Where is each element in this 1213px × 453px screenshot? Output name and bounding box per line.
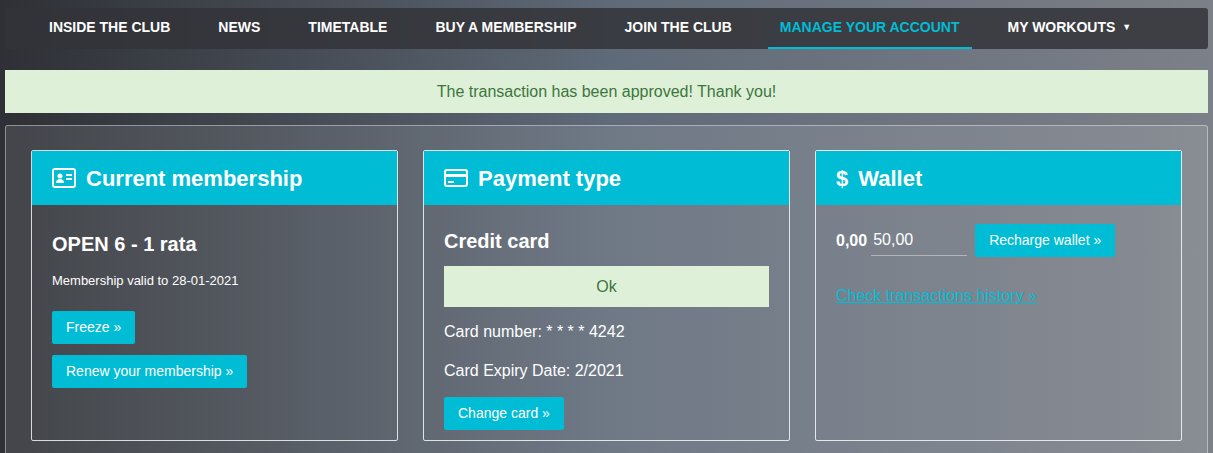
action-button[interactable]: Recharge wallet » — [975, 224, 1115, 257]
nav-item[interactable]: INSIDE THE CLUB — [37, 8, 182, 49]
payment-type: Credit card — [444, 226, 550, 256]
credit-card-icon — [444, 168, 468, 188]
nav-item[interactable]: BUY A MEMBERSHIP — [423, 8, 588, 49]
card-expiry: Card Expiry Date: 2/2021 — [444, 359, 624, 383]
nav-label[interactable]: NEWS — [218, 17, 260, 38]
nav-label[interactable]: TIMETABLE — [308, 17, 387, 38]
payment-card: Payment type Credit card Ok Card number: * … — [423, 150, 790, 441]
card-number: Card number: * * * * 4242 — [444, 320, 625, 344]
nav-item[interactable]: JOIN THE CLUB — [612, 8, 743, 49]
wallet-balance: 0,00 — [836, 229, 867, 253]
account-panel: Current membership OPEN 6 - 1 rata Members… — [5, 125, 1208, 453]
card-title: Payment type — [478, 162, 621, 195]
nav-item[interactable]: TIMETABLE — [296, 8, 399, 49]
action-button[interactable]: Renew your membership » — [52, 355, 247, 388]
wallet-card: $ Wallet 0,00 Recharge wallet » Check transa… — [815, 150, 1182, 441]
action-button[interactable]: Freeze » — [52, 311, 135, 344]
nav-item[interactable]: MY WORKOUTS ▼ — [996, 8, 1144, 49]
card-header: $ Wallet — [816, 151, 1181, 205]
card-header: Current membership — [32, 151, 397, 205]
card-title: Wallet — [858, 162, 922, 195]
membership-name: OPEN 6 - 1 rata — [52, 229, 197, 259]
alert-text: The transaction has been approved! Thank… — [437, 80, 776, 104]
card-header: Payment type — [424, 151, 789, 205]
nav-label[interactable]: JOIN THE CLUB — [624, 17, 731, 38]
transactions-link[interactable]: Check transactions history » — [836, 284, 1037, 308]
id-card-icon — [52, 167, 76, 189]
card-body: Credit card Ok Card number: * * * * 4242 Ca… — [424, 205, 789, 430]
card-body: OPEN 6 - 1 rata Membership valid to 28-01… — [32, 205, 397, 388]
nav-label[interactable]: BUY A MEMBERSHIP — [435, 17, 576, 38]
nav-label[interactable]: MANAGE YOUR ACCOUNT — [780, 17, 960, 38]
caret-icon[interactable]: ▼ — [1122, 21, 1131, 35]
payment-status: Ok — [444, 266, 769, 307]
membership-card: Current membership OPEN 6 - 1 rata Members… — [31, 150, 398, 441]
dollar-icon: $ — [836, 162, 848, 195]
success-alert: The transaction has been approved! Thank… — [5, 70, 1208, 113]
membership-validity: Membership valid to 28-01-2021 — [52, 271, 238, 291]
nav-label[interactable]: INSIDE THE CLUB — [49, 17, 170, 38]
card-title: Current membership — [86, 162, 302, 195]
action-button[interactable]: Change card » — [444, 397, 564, 430]
top-nav: INSIDE THE CLUB NEWS TIMETABLE BUY A MEMBER… — [5, 8, 1208, 49]
nav-item[interactable]: MANAGE YOUR ACCOUNT — [768, 8, 972, 49]
wallet-row: 0,00 Recharge wallet » — [836, 224, 1115, 257]
nav-label[interactable]: MY WORKOUTS — [1008, 17, 1116, 38]
amount-input[interactable] — [871, 226, 967, 256]
nav-item[interactable]: NEWS — [206, 8, 272, 49]
card-body: 0,00 Recharge wallet » Check transactions … — [816, 205, 1181, 308]
